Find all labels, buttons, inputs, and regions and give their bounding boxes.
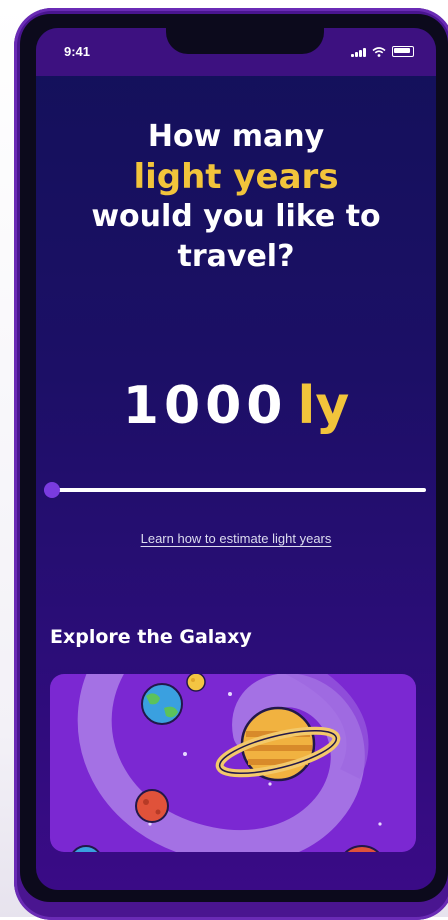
prompt-line-1: How many [147, 119, 325, 154]
signal-icon [351, 48, 366, 57]
prompt-highlight: light years [133, 157, 339, 197]
explore-section-title: Explore the Galaxy [50, 626, 252, 648]
prompt-line-3: would you like to [91, 199, 381, 234]
distance-unit: ly [297, 376, 350, 436]
moon-icon [186, 674, 206, 692]
star [228, 692, 232, 696]
wifi-icon [372, 47, 386, 57]
distance-value: 1000 [122, 376, 288, 436]
star [183, 752, 187, 756]
star [268, 782, 272, 786]
mars-planet-icon [135, 789, 169, 823]
travel-prompt: How many light years would you like to t… [36, 118, 436, 278]
status-time: 9:41 [64, 44, 91, 59]
slider-track[interactable] [44, 488, 426, 492]
status-bar: 9:41 [36, 28, 436, 76]
planet-icon [344, 845, 380, 852]
learn-light-years-link[interactable]: Learn how to estimate light years [36, 531, 436, 546]
slider-thumb[interactable] [43, 482, 60, 498]
distance-readout: 1000 ly [36, 376, 436, 436]
distance-slider[interactable] [43, 480, 426, 500]
star [378, 822, 382, 826]
app-screen: 9:41 How many light years would you like… [36, 28, 436, 890]
earth-planet-icon [141, 683, 183, 725]
battery-icon [392, 46, 414, 57]
galaxy-card[interactable] [50, 674, 416, 852]
planet-icon [72, 845, 100, 852]
prompt-line-4: travel? [177, 239, 295, 274]
galaxy-illustration [72, 674, 382, 852]
camera-notch [166, 28, 324, 54]
